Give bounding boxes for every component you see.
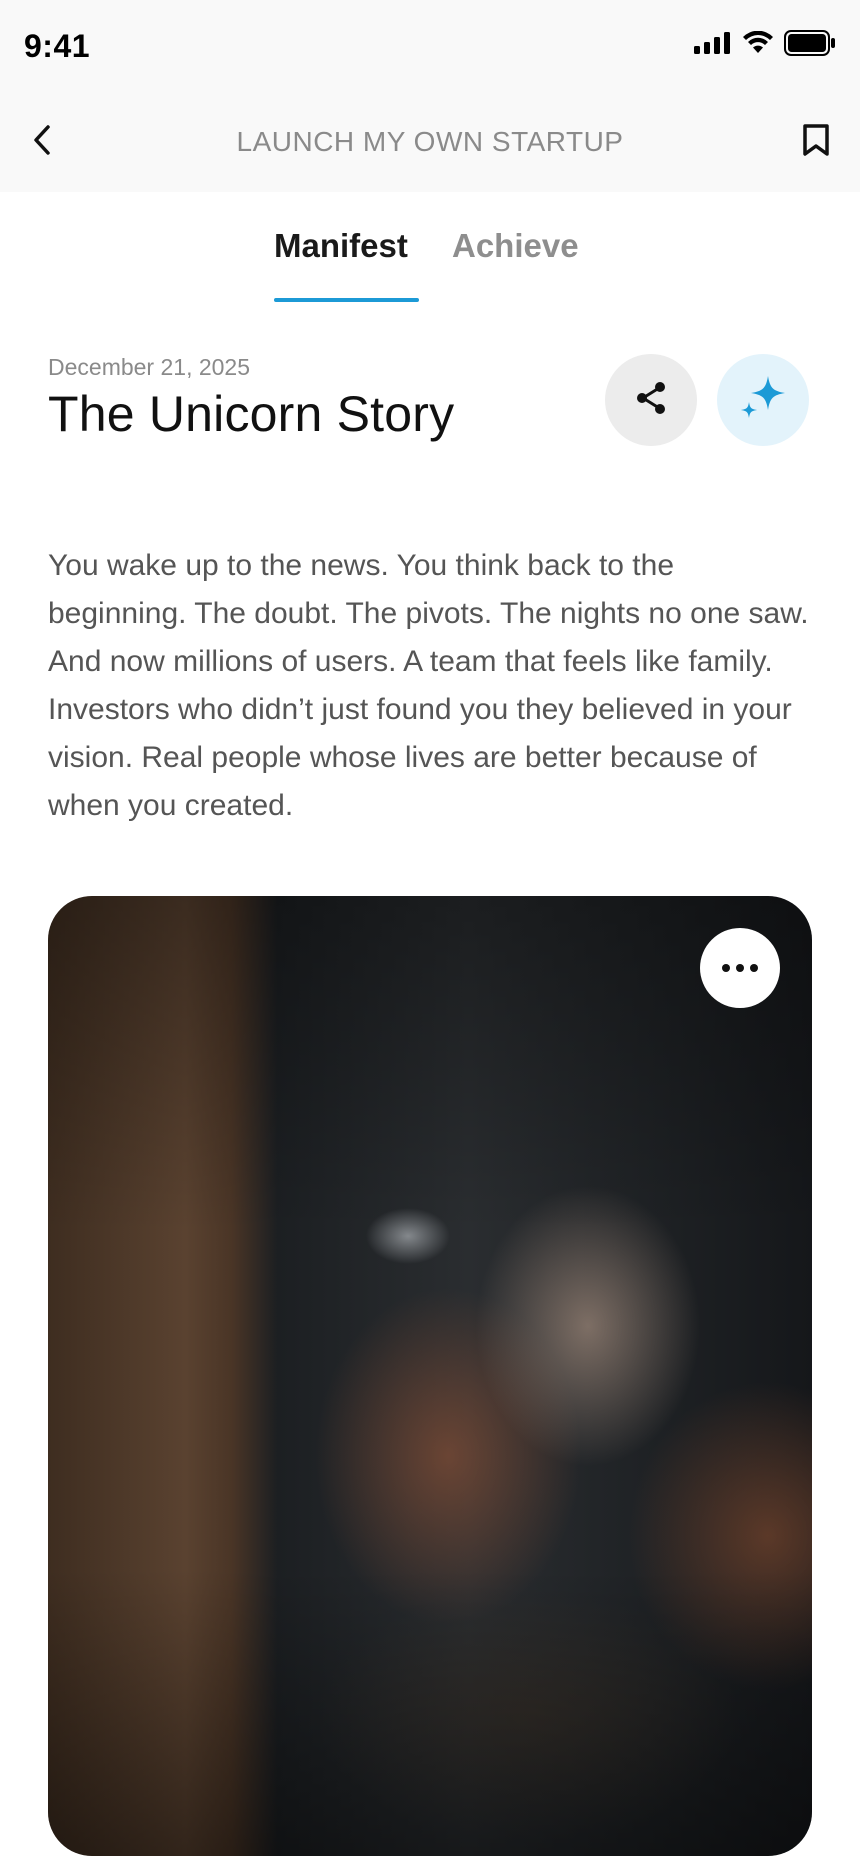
nav-bar: LAUNCH MY OWN STARTUP [0,92,860,192]
share-icon [634,380,668,421]
nav-title: LAUNCH MY OWN STARTUP [236,126,624,157]
post-date: December 21, 2025 [48,354,251,380]
battery-icon [784,30,836,61]
cellular-signal-icon [694,32,732,59]
status-bar: 9:41 [0,0,860,92]
sparkle-icon [737,372,789,429]
status-time: 9:41 [24,28,91,64]
post-photo[interactable] [48,896,812,1856]
more-dot [750,964,758,972]
bookmark-icon [802,123,830,162]
ai-generate-button[interactable] [717,354,809,446]
share-button[interactable] [605,354,697,446]
tab-manifest[interactable]: Manifest [274,227,408,265]
photo-more-button[interactable] [700,928,780,1008]
wifi-icon [742,30,774,60]
post-title: The Unicorn Story [48,386,455,442]
active-tab-indicator [274,298,419,302]
photo-shade [48,896,812,1856]
more-dot [736,964,744,972]
tab-achieve[interactable]: Achieve [452,227,579,265]
bookmark-button[interactable] [792,118,840,166]
status-icons [694,30,836,61]
more-horizontal-icon [722,964,730,972]
post-body: You wake up to the news. You think back … [48,549,809,822]
tab-bar: Manifest Achieve [0,192,860,304]
